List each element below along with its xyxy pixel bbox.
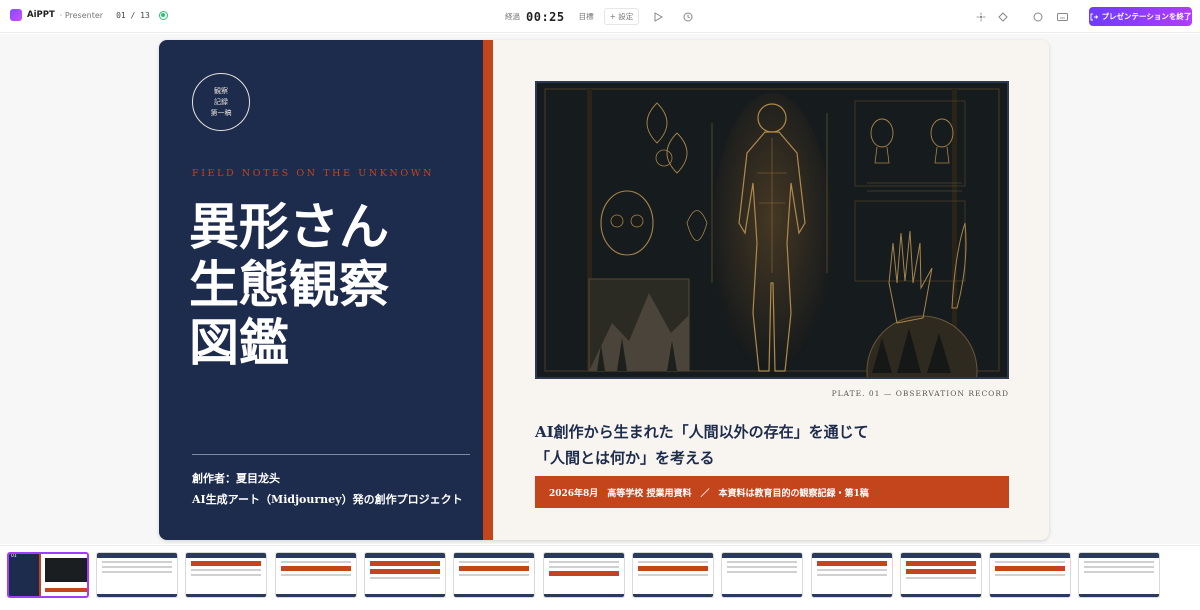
slide-thumbnail-5[interactable] [364,552,446,598]
subtitle-line-2: 「人間とは何か」を考える [535,449,715,467]
live-status-icon [158,10,168,20]
anatomy-plate-image [537,83,1007,377]
left-divider [192,454,470,455]
slide-project: AI生成アート（Midjourney）発の創作プロジェクト [192,493,463,506]
thumb-1-left-panel [9,554,39,596]
slide-thumbnail-13[interactable] [1078,552,1160,598]
end-presentation-label: プレゼンテーションを終了 [1101,12,1192,21]
app-logo-icon [10,9,22,21]
thumb-1-accent [39,554,41,596]
slide-thumbnail-8[interactable] [632,552,714,598]
date-band: 2026年8月 高等学校 授業用資料 ／ 本資料は教育目的の観察記録・第1稿 [535,476,1009,508]
plate-illustration [535,81,1009,379]
seal-line-2: 記録 [214,97,228,106]
thumb-1-band [45,588,87,592]
slide-thumbnail-9[interactable] [721,552,803,598]
slide-counter: 01 / 13 [116,10,150,20]
set-goal-button[interactable]: + 設定 [603,8,640,25]
slide-author: 創作者：夏目龙头 [192,472,280,485]
title-line-3: 図鑑 [189,313,289,372]
slide-subtitle: AI創作から生まれた「人間以外の存在」を通じて 「人間とは何か」を考える [535,419,869,471]
slide-thumbnail-12[interactable] [989,552,1071,598]
slide-thumbnail-11[interactable] [900,552,982,598]
slide-title: 異形さん 生態観察 図鑑 [189,198,469,372]
end-presentation-button[interactable]: プレゼンテーションを終了 [1089,7,1192,26]
elapsed-timer: 00:25 [526,9,565,24]
play-icon[interactable] [651,10,665,24]
subtitle-line-1: AI創作から生まれた「人間以外の存在」を通じて [535,423,869,441]
slide-right-panel: PLATE. 01 — OBSERVATION RECORD AI創作から生まれ… [493,40,1049,540]
pen-icon[interactable] [996,10,1010,24]
slide-thumbnail-10[interactable] [811,552,893,598]
slide-thumbnail-6[interactable] [453,552,535,598]
seal-line-1: 観察 [214,86,228,95]
title-line-1: 異形さん [189,197,389,256]
accent-bar [483,40,493,540]
slide-kicker: FIELD NOTES ON THE UNKNOWN [192,168,435,179]
slide-left-panel: 観察 記録 第一稿 FIELD NOTES ON THE UNKNOWN 異形さ… [159,40,483,540]
slide-thumbnail-4[interactable] [275,552,357,598]
slide-thumbnail-1[interactable]: 01 [7,552,89,598]
circle-icon[interactable] [1031,10,1045,24]
laser-pointer-icon[interactable] [974,10,988,24]
slide-thumbnail-strip: 01 [0,545,1200,610]
slide-thumbnail-3[interactable] [185,552,267,598]
slide-thumbnail-2[interactable] [96,552,178,598]
seal-line-3: 第一稿 [210,108,232,117]
slide-thumbnail-7[interactable] [543,552,625,598]
keyboard-icon[interactable] [1055,10,1069,24]
timer-area: 経過 00:25 目標 + 設定 [505,8,640,25]
app-name: AiPPT [27,10,55,20]
clock-icon[interactable] [681,10,695,24]
thumb-1-image [45,558,87,582]
exit-icon [1090,13,1098,20]
top-toolbar: AiPPT · Presenter 01 / 13 経過 00:25 目標 + … [0,0,1200,33]
title-line-2: 生態観察 [189,255,389,314]
slide-stage: 観察 記録 第一稿 FIELD NOTES ON THE UNKNOWN 異形さ… [0,34,1200,544]
app-mode: · Presenter [59,10,104,20]
goal-label: 目標 [578,12,594,21]
elapsed-label: 経過 [505,12,520,21]
brand: AiPPT · Presenter 01 / 13 [10,9,168,21]
current-slide: 観察 記録 第一稿 FIELD NOTES ON THE UNKNOWN 異形さ… [159,40,1049,540]
thumb-1-number: 01 [11,554,17,559]
observation-seal: 観察 記録 第一稿 [192,73,250,131]
plate-caption: PLATE. 01 — OBSERVATION RECORD [831,389,1009,398]
